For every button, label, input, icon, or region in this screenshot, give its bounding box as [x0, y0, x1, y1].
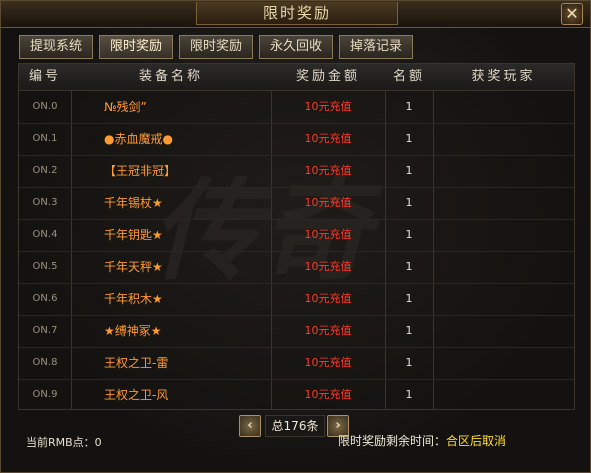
row-number: ON.2	[32, 165, 58, 176]
row-item-name: 千年积木★	[104, 292, 163, 306]
row-reward: 10元充值	[304, 292, 352, 305]
row-reward: 10元充值	[304, 132, 352, 145]
table-row: ON.9 王权之卫-风 10元充值 1	[19, 379, 574, 411]
row-number: ON.4	[32, 229, 58, 240]
row-item-name: 千年锡杖★	[104, 196, 163, 210]
row-quantity: 1	[405, 132, 413, 145]
table-row: ON.3 千年锡杖★ 10元充值 1	[19, 187, 574, 220]
time-remaining-value: 合区后取消	[446, 434, 507, 448]
rmb-points: 当前RMB点：0	[26, 436, 102, 449]
row-reward: 10元充值	[304, 324, 352, 337]
row-reward: 10元充值	[304, 356, 352, 369]
row-number: ON.5	[32, 261, 58, 272]
row-number: ON.7	[32, 325, 58, 336]
row-item-name: ★缚神冢★	[104, 324, 162, 338]
table-row: ON.8 王权之卫-雷 10元充值 1	[19, 347, 574, 380]
row-quantity: 1	[405, 260, 413, 273]
row-number: ON.0	[32, 101, 58, 112]
chevron-left-icon: ‹	[247, 418, 253, 433]
window-title: 限时奖励	[196, 2, 398, 25]
row-number: ON.8	[32, 357, 58, 368]
row-item-name: 【王冠非冠】	[104, 164, 177, 178]
row-quantity: 1	[405, 228, 413, 241]
row-quantity: 1	[405, 196, 413, 209]
tab-drop-record[interactable]: 掉落记录	[339, 35, 413, 59]
table-row: ON.7 ★缚神冢★ 10元充值 1	[19, 315, 574, 348]
chevron-right-icon: ›	[335, 418, 341, 433]
reward-time-status: 限时奖励剩余时间：合区后取消	[338, 432, 506, 449]
header-number: 编号	[28, 69, 61, 84]
row-item-name: 千年天秤★	[104, 260, 163, 274]
tab-withdraw-system[interactable]: 提现系统	[19, 35, 93, 59]
table-row: ON.5 千年天秤★ 10元充值 1	[19, 251, 574, 284]
row-number: ON.6	[32, 293, 58, 304]
row-reward: 10元充值	[304, 100, 352, 113]
close-icon: ✕	[565, 4, 579, 23]
header-winner: 获奖玩家	[471, 69, 536, 84]
row-item-name: 王权之卫-雷	[104, 356, 169, 370]
row-reward: 10元充值	[304, 388, 352, 401]
table-row: ON.0 №残剑” 10元充值 1	[19, 91, 574, 124]
prev-page-button[interactable]: ‹	[239, 415, 261, 437]
row-quantity: 1	[405, 324, 413, 337]
row-reward: 10元充值	[304, 260, 352, 273]
table-header: 编号 装备名称 奖励金额 名额 获奖玩家	[19, 64, 574, 91]
row-quantity: 1	[405, 164, 413, 177]
row-item-name: №残剑”	[104, 100, 147, 114]
row-quantity: 1	[405, 292, 413, 305]
table-row: ON.1 ●赤血魔戒● 10元充值 1	[19, 123, 574, 156]
row-item-name: ●赤血魔戒●	[104, 132, 173, 146]
row-reward: 10元充值	[304, 164, 352, 177]
row-number: ON.9	[32, 389, 58, 400]
header-reward-amount: 奖励金额	[295, 69, 360, 84]
reward-window: 传奇 限时奖励 ✕ 提现系统 限时奖励 限时奖励 永久回收 掉落记录 编号 装备…	[0, 0, 591, 473]
row-number: ON.1	[32, 133, 58, 144]
table-row: ON.6 千年积木★ 10元充值 1	[19, 283, 574, 316]
row-item-name: 千年钥匙★	[104, 228, 163, 242]
row-quantity: 1	[405, 388, 413, 401]
table-row: ON.2 【王冠非冠】 10元充值 1	[19, 155, 574, 188]
row-quantity: 1	[405, 356, 413, 369]
row-reward: 10元充值	[304, 196, 352, 209]
table-row: ON.4 千年钥匙★ 10元充值 1	[19, 219, 574, 252]
row-number: ON.3	[32, 197, 58, 208]
total-count: 总176条	[265, 415, 325, 437]
tab-limited-reward-1[interactable]: 限时奖励	[99, 35, 173, 59]
time-remaining-label: 限时奖励剩余时间：	[338, 434, 447, 448]
row-reward: 10元充值	[304, 228, 352, 241]
reward-table: 编号 装备名称 奖励金额 名额 获奖玩家 ON.0 №残剑” 10元充值 1 O…	[18, 63, 575, 410]
header-quantity: 名额	[392, 69, 425, 84]
title-bar: 限时奖励 ✕	[1, 1, 590, 28]
row-quantity: 1	[405, 100, 413, 113]
row-item-name: 王权之卫-风	[104, 388, 169, 402]
tab-permanent-recycle[interactable]: 永久回收	[259, 35, 333, 59]
header-item-name: 装备名称	[138, 69, 203, 84]
close-button[interactable]: ✕	[561, 3, 583, 25]
tab-limited-reward-2[interactable]: 限时奖励	[179, 35, 253, 59]
